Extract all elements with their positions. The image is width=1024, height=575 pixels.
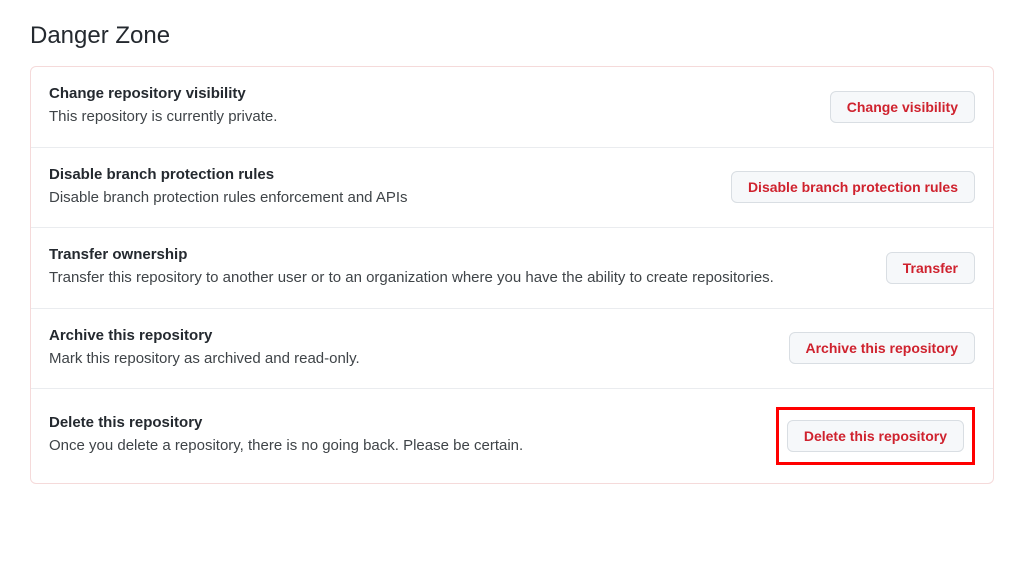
- disable-branch-protection-text: Disable branch protection rules Disable …: [49, 166, 707, 210]
- disable-branch-protection-button[interactable]: Disable branch protection rules: [731, 171, 975, 203]
- transfer-ownership-text: Transfer ownership Transfer this reposit…: [49, 246, 862, 290]
- disable-branch-protection-desc: Disable branch protection rules enforcem…: [49, 187, 707, 210]
- change-visibility-row: Change repository visibility This reposi…: [31, 67, 993, 148]
- delete-repository-text: Delete this repository Once you delete a…: [49, 414, 752, 458]
- delete-repository-title: Delete this repository: [49, 414, 752, 431]
- disable-branch-protection-title: Disable branch protection rules: [49, 166, 707, 183]
- archive-repository-desc: Mark this repository as archived and rea…: [49, 348, 765, 371]
- transfer-ownership-title: Transfer ownership: [49, 246, 862, 263]
- archive-repository-row: Archive this repository Mark this reposi…: [31, 309, 993, 390]
- archive-repository-title: Archive this repository: [49, 327, 765, 344]
- archive-repository-button[interactable]: Archive this repository: [789, 332, 976, 364]
- change-visibility-desc: This repository is currently private.: [49, 106, 806, 129]
- delete-repository-row: Delete this repository Once you delete a…: [31, 389, 993, 483]
- change-visibility-title: Change repository visibility: [49, 85, 806, 102]
- archive-repository-text: Archive this repository Mark this reposi…: [49, 327, 765, 371]
- danger-zone-box: Change repository visibility This reposi…: [30, 66, 994, 484]
- disable-branch-protection-row: Disable branch protection rules Disable …: [31, 148, 993, 229]
- delete-repository-button[interactable]: Delete this repository: [787, 420, 964, 452]
- transfer-button[interactable]: Transfer: [886, 252, 975, 284]
- transfer-ownership-row: Transfer ownership Transfer this reposit…: [31, 228, 993, 309]
- danger-zone-title: Danger Zone: [30, 22, 994, 50]
- delete-button-highlight: Delete this repository: [776, 407, 975, 465]
- change-visibility-text: Change repository visibility This reposi…: [49, 85, 806, 129]
- change-visibility-button[interactable]: Change visibility: [830, 91, 975, 123]
- delete-repository-desc: Once you delete a repository, there is n…: [49, 435, 752, 458]
- transfer-ownership-desc: Transfer this repository to another user…: [49, 267, 862, 290]
